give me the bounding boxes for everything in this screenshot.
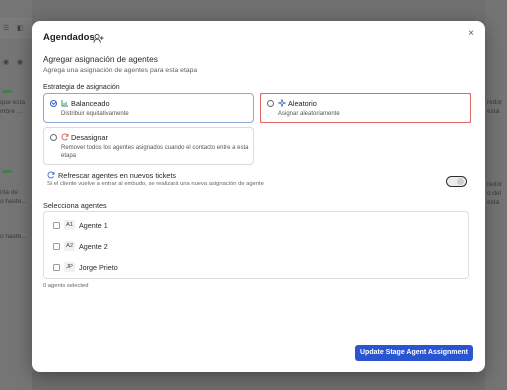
agent-checkbox[interactable]: [53, 222, 60, 229]
background-text: o haste...: [0, 198, 27, 205]
background-text: redor: [487, 99, 503, 106]
strategy-option-balanceado[interactable]: Balanceado Distribuir equitativamente: [43, 93, 254, 123]
radio-unchecked-icon[interactable]: [50, 134, 57, 141]
strategy-title: Aleatorio: [288, 99, 317, 108]
background-badge: [2, 170, 12, 173]
background-icon: ◧: [17, 25, 24, 32]
agent-checkbox[interactable]: [53, 264, 60, 271]
agent-name: Jorge Prieto: [79, 263, 118, 272]
background-badge: [2, 90, 12, 93]
background-icon: ☰: [3, 25, 10, 32]
background-text: o del: [487, 190, 502, 197]
refresh-cycle-icon: [47, 171, 55, 181]
section-heading: Agregar asignación de agentes: [43, 54, 158, 64]
background-text: que esta: [0, 99, 25, 106]
agent-checkbox[interactable]: [53, 243, 60, 250]
background-text: mbre ...: [0, 108, 23, 115]
agent-name: Agente 1: [79, 221, 108, 230]
strategy-description: Remover todos los agentes asignados cuan…: [61, 145, 249, 159]
refresh-description: Si el cliente vuelve a entrar al embudo,…: [47, 181, 264, 187]
update-assignment-button[interactable]: Update Stage Agent Assignment: [355, 345, 473, 361]
radio-unchecked-icon[interactable]: [267, 100, 274, 107]
refresh-toggle[interactable]: [446, 176, 467, 187]
toggle-knob: [457, 178, 464, 185]
refresh-title: Refrescar agentes en nuevos tickets: [58, 171, 177, 180]
background-text: esta: [487, 108, 500, 115]
background-text: redor: [487, 181, 503, 188]
selected-count: 0 agents selected: [43, 283, 89, 289]
strategy-title: Desasignar: [71, 133, 108, 142]
background-icon: ◉: [17, 59, 24, 66]
bar-chart-icon: [61, 99, 69, 110]
strategy-option-aleatorio[interactable]: Aleatorio Asignar aleatoriamente: [260, 93, 471, 123]
user-plus-icon: [93, 34, 104, 43]
radio-checked-icon[interactable]: [50, 100, 57, 107]
modal-title: Agendados: [43, 32, 95, 43]
background-icon: ◉: [3, 59, 10, 66]
agent-assignment-modal: Agendados × Agregar asignación de agente…: [32, 21, 485, 372]
background-text: esta: [487, 199, 500, 206]
background-bottom: [32, 372, 485, 390]
strategy-title: Balanceado: [71, 99, 110, 108]
agents-list: A1 Agente 1 A2 Agente 2 JP Jorge Prieto: [43, 211, 469, 279]
avatar: A2: [64, 241, 75, 251]
background-text: nta de: [0, 189, 19, 196]
refresh-icon: [61, 133, 69, 144]
agents-label: Selecciona agentes: [43, 201, 107, 210]
strategy-description: Distribuir equitativamente: [61, 111, 129, 117]
close-icon[interactable]: ×: [465, 28, 477, 40]
avatar: A1: [64, 220, 75, 230]
agent-name: Agente 2: [79, 242, 108, 251]
sparkle-icon: [277, 98, 287, 110]
section-subheading: Agrega una asignación de agentes para es…: [43, 67, 198, 74]
strategy-description: Asignar aleatoriamente: [278, 111, 340, 117]
strategy-label: Estrategia de asignación: [43, 84, 120, 91]
background-text: o haste...: [0, 233, 27, 240]
strategy-option-desasignar[interactable]: Desasignar Remover todos los agentes asi…: [43, 127, 254, 165]
avatar: JP: [64, 262, 75, 272]
